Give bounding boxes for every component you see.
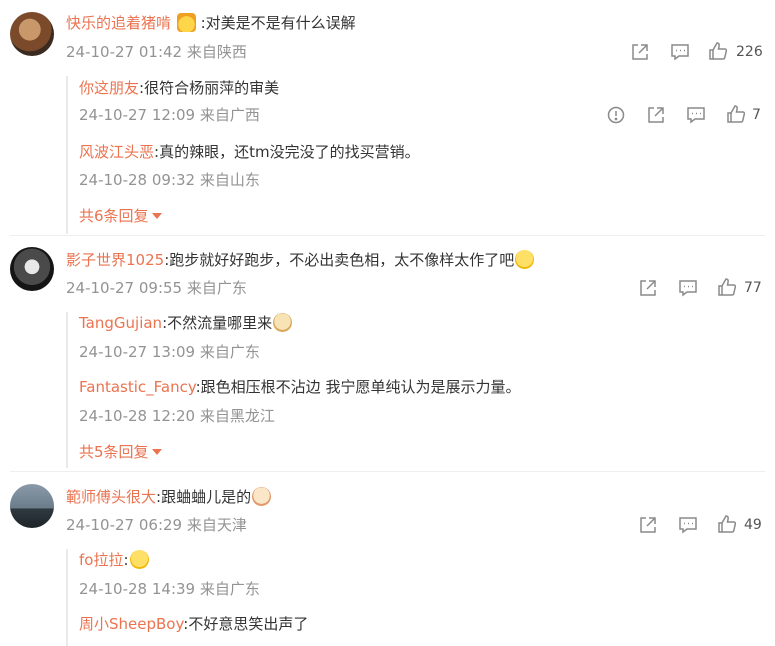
laugh-cry-emoji — [129, 550, 149, 569]
report-icon[interactable] — [606, 105, 626, 125]
reply-text: :真的辣眼，还tm没完没了的找买营销。 — [154, 143, 420, 161]
crown-icon — [176, 13, 196, 32]
share-icon[interactable] — [638, 278, 658, 298]
more-replies-link[interactable]: 共6条回复 — [79, 206, 162, 226]
reply-text: :很符合杨丽萍的审美 — [139, 79, 280, 97]
comment-icon[interactable] — [678, 278, 698, 298]
reply-text: :跟色相压根不沾边 我宁愿单纯认为是展示力量。 — [195, 378, 521, 396]
reply-username[interactable]: 风波江头恶 — [79, 143, 154, 161]
caret-down-icon — [151, 213, 162, 219]
comment-time: 24-10-27 06:29 来自天津 — [66, 516, 247, 534]
more-replies-label: 共5条回复 — [79, 443, 149, 461]
reply-line: TangGujian:不然流量哪里来 — [79, 312, 293, 334]
comment-icon[interactable] — [670, 42, 690, 62]
avatar[interactable] — [10, 484, 54, 528]
comment-icon[interactable] — [678, 515, 698, 535]
doge-emoji — [273, 313, 293, 332]
more-replies-link[interactable]: 共5条回复 — [79, 442, 162, 462]
divider — [10, 235, 765, 236]
reply-text: :不然流量哪里来 — [162, 314, 273, 332]
caret-down-icon — [151, 449, 162, 455]
comment-icon[interactable] — [686, 105, 706, 125]
reply-username[interactable]: fo拉拉 — [79, 551, 123, 569]
comment-username[interactable]: 快乐的追着猪啃 — [66, 14, 171, 32]
reply-line: Fantastic_Fancy:跟色相压根不沾边 我宁愿单纯认为是展示力量。 — [79, 376, 520, 398]
reply-username[interactable]: Fantastic_Fancy — [79, 378, 196, 396]
reply-rail — [66, 549, 68, 646]
reply-line: 风波江头恶:真的辣眼，还tm没完没了的找买营销。 — [79, 141, 420, 163]
avatar[interactable] — [10, 12, 54, 56]
comment-line: 影子世界1025:跑步就好好跑步，不必出卖色相，太不像样太作了吧 — [66, 249, 535, 271]
comment-text: :跑步就好好跑步，不必出卖色相，太不像样太作了吧 — [164, 251, 515, 269]
reply-line: 你这朋友:很符合杨丽萍的审美 — [79, 77, 279, 99]
comment-line: 快乐的追着猪啃 :对美是不是有什么误解 — [66, 12, 356, 34]
like-icon[interactable] — [717, 514, 737, 534]
reply-time: 24-10-27 13:09 来自广东 — [79, 343, 260, 361]
reply-line: fo拉拉: — [79, 549, 149, 571]
reply-rail — [66, 76, 68, 234]
reply-text: :不好意思笑出声了 — [183, 615, 309, 633]
reply-username[interactable]: TangGujian — [79, 314, 162, 332]
more-replies-label: 共6条回复 — [79, 207, 149, 225]
like-icon[interactable] — [717, 277, 737, 297]
like-icon[interactable] — [726, 104, 746, 124]
comment-text: :对美是不是有什么误解 — [200, 14, 356, 32]
comment-time: 24-10-27 01:42 来自陕西 — [66, 43, 247, 61]
reply-username[interactable]: 你这朋友 — [79, 79, 139, 97]
share-icon[interactable] — [646, 105, 666, 125]
reply-time: 24-10-28 14:39 来自广东 — [79, 580, 260, 598]
cat-emoji — [252, 487, 272, 506]
comment-line: 範师傅头很大:跟蛐蛐儿是的 — [66, 486, 272, 508]
laugh-cry-emoji — [515, 250, 535, 269]
like-count: 77 — [744, 280, 762, 296]
like-icon[interactable] — [708, 41, 728, 61]
reply-text: : — [123, 551, 129, 569]
like-count: 226 — [736, 44, 763, 60]
share-icon[interactable] — [630, 42, 650, 62]
comment-username[interactable]: 範师傅头很大 — [66, 488, 156, 506]
reply-rail — [66, 312, 68, 468]
comment-time: 24-10-27 09:55 来自广东 — [66, 279, 247, 297]
reply-line: 周小SheepBoy:不好意思笑出声了 — [79, 613, 308, 635]
reply-time: 24-10-28 09:32 来自山东 — [79, 171, 260, 189]
divider — [10, 471, 765, 472]
reply-time: 24-10-27 12:09 来自广西 — [79, 106, 260, 124]
share-icon[interactable] — [638, 515, 658, 535]
comment-username[interactable]: 影子世界1025 — [66, 251, 164, 269]
like-count: 49 — [744, 517, 762, 533]
reply-username[interactable]: 周小SheepBoy — [79, 615, 183, 633]
reply-time: 24-10-28 12:20 来自黑龙江 — [79, 407, 275, 425]
comment-text: :跟蛐蛐儿是的 — [156, 488, 252, 506]
avatar[interactable] — [10, 247, 54, 291]
like-count: 7 — [752, 107, 761, 123]
